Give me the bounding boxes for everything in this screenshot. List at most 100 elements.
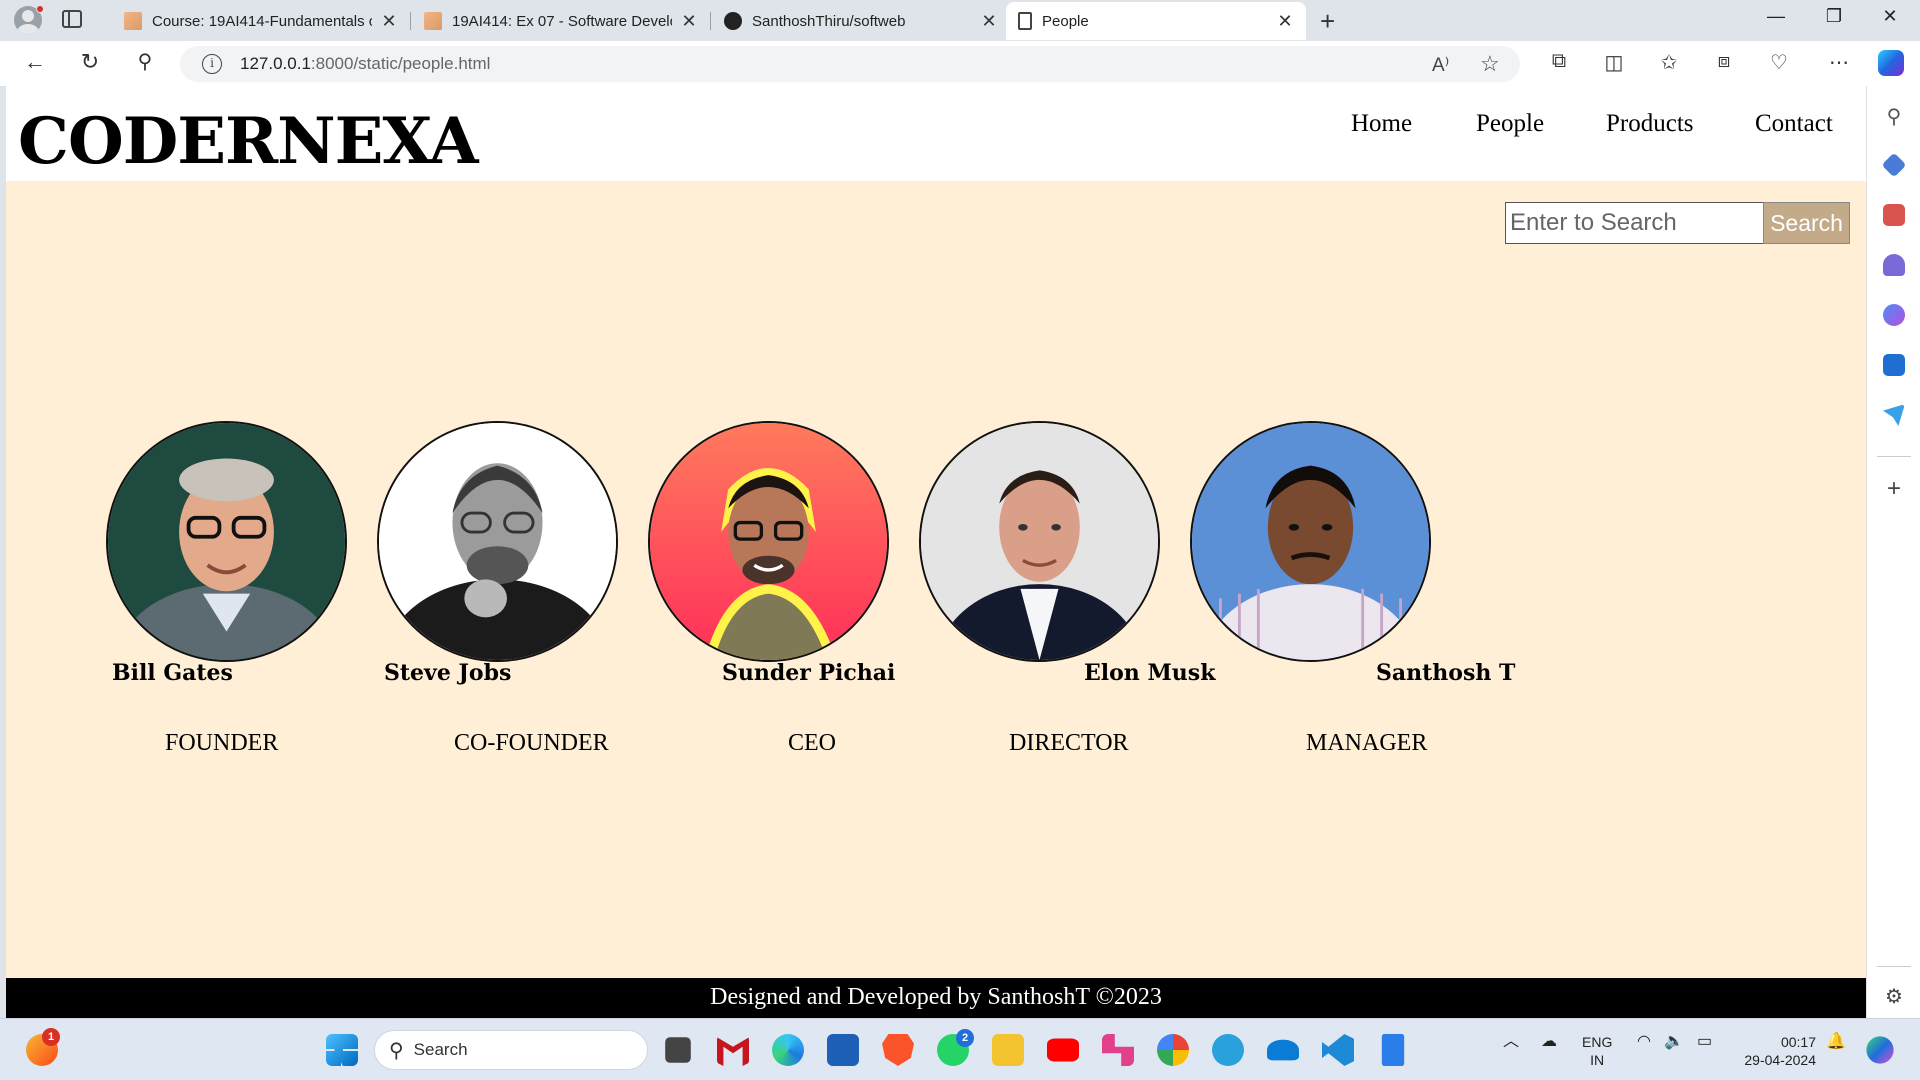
outlook-icon[interactable] [1883, 354, 1905, 376]
show-hidden-icons-chevron-icon[interactable]: ︿ [1503, 1033, 1519, 1051]
close-tab-icon[interactable]: ✕ [380, 11, 398, 32]
tab-exercise[interactable]: 19AI414: Ex 07 - Software Develo ✕ [412, 2, 710, 40]
search-input[interactable] [1505, 202, 1763, 244]
taskbar-search-box[interactable]: ⚲ Search [374, 1030, 648, 1070]
refresh-icon[interactable]: ↻ [75, 49, 105, 75]
site-info-icon[interactable]: i [202, 54, 222, 74]
extensions-icon[interactable]: ⧉ [1545, 50, 1573, 73]
back-icon[interactable]: ← [20, 49, 50, 75]
site-brand-logo[interactable]: CODERNEXA [18, 104, 478, 179]
split-screen-icon[interactable]: ◫ [1600, 50, 1628, 75]
nav-people-link[interactable]: People [1476, 110, 1544, 138]
person-photo-elon-musk [919, 421, 1160, 662]
close-tab-icon[interactable]: ✕ [680, 11, 698, 32]
tab-actions-icon[interactable] [62, 10, 82, 28]
send-drop-icon[interactable] [1883, 404, 1905, 426]
tab-course[interactable]: Course: 19AI414-Fundamentals of ✕ [112, 2, 410, 40]
language-indicator[interactable]: ENG IN [1582, 1033, 1612, 1069]
edge-browser-icon[interactable] [772, 1034, 804, 1066]
url-host: 127.0.0.1 [240, 54, 311, 73]
favorites-icon[interactable]: ✩ [1655, 50, 1683, 75]
page-icon [1018, 12, 1032, 30]
person-name: Sunder Pichai [722, 660, 896, 686]
search-button[interactable]: Search [1763, 202, 1850, 244]
wifi-icon[interactable]: ◠ [1637, 1033, 1651, 1051]
telegram-icon[interactable] [1212, 1034, 1244, 1066]
onedrive-tray-icon[interactable]: ☁ [1541, 1033, 1557, 1051]
nav-contact-link[interactable]: Contact [1755, 110, 1833, 138]
person-photo-sunder-pichai [648, 421, 889, 662]
sidebar-search-icon[interactable]: ⚲ [1883, 104, 1905, 128]
person-role: MANAGER [1306, 730, 1428, 756]
person-role: FOUNDER [165, 730, 279, 756]
tools-briefcase-icon[interactable] [1883, 204, 1905, 226]
close-tab-icon[interactable]: ✕ [1276, 11, 1294, 32]
battery-icon[interactable]: ▭ [1697, 1033, 1712, 1051]
sidebar-settings-gear-icon[interactable]: ⚙ [1883, 984, 1905, 1008]
address-bar[interactable]: i 127.0.0.1:8000/static/people.html A⁾ ☆ [180, 46, 1520, 82]
widget-notification-badge: 1 [42, 1028, 60, 1046]
file-explorer-icon[interactable] [992, 1034, 1024, 1066]
browser-toolbar: ← ↻ ⚲ i 127.0.0.1:8000/static/people.htm… [0, 41, 1920, 86]
shopping-tag-icon[interactable] [1881, 152, 1907, 178]
taskbar-search-label: Search [413, 1040, 468, 1059]
vscode-icon[interactable] [1322, 1034, 1354, 1066]
tab-github[interactable]: SanthoshThiru/softweb ✕ [712, 2, 1010, 40]
sidebar-divider [1877, 456, 1911, 457]
site-footer: Designed and Developed by SanthoshT ©202… [6, 978, 1866, 1018]
moodle-icon [124, 12, 142, 30]
collections-icon[interactable]: ⧈ [1710, 50, 1738, 73]
windows-start-icon[interactable] [326, 1034, 358, 1066]
browser-tab-bar: Course: 19AI414-Fundamentals of ✕ 19AI41… [0, 0, 1920, 41]
nav-home-link[interactable]: Home [1351, 110, 1412, 138]
google-icon[interactable] [1157, 1034, 1189, 1066]
tab-separator [410, 12, 411, 30]
windows-taskbar: 1 ⚲ Search 2 ︿ ☁ ENG IN ◠ 🔈 ▭ 00:17 29-0… [0, 1018, 1920, 1080]
person-role: CO-FOUNDER [454, 730, 609, 756]
profile-notification-dot [36, 5, 44, 13]
favorite-star-icon[interactable]: ☆ [1480, 51, 1500, 77]
tab-people[interactable]: People ✕ [1006, 2, 1306, 40]
restore-icon[interactable]: ❐ [1814, 6, 1854, 27]
volume-icon[interactable]: 🔈 [1664, 1033, 1684, 1051]
search-icon: ⚲ [389, 1039, 404, 1062]
close-tab-icon[interactable]: ✕ [980, 11, 998, 32]
person-name: Bill Gates [112, 660, 233, 686]
language-code: ENG [1582, 1034, 1613, 1050]
mcafee-icon[interactable] [717, 1037, 749, 1066]
people-section: Search [6, 181, 1866, 978]
read-aloud-icon[interactable]: A⁾ [1432, 54, 1449, 77]
search-tab-icon[interactable]: ⚲ [130, 49, 160, 74]
moodle-icon [424, 12, 442, 30]
microsoft-365-icon[interactable] [1883, 304, 1905, 326]
games-icon[interactable] [1883, 254, 1905, 276]
portrait-image [921, 423, 1158, 660]
new-tab-icon[interactable]: + [1320, 6, 1335, 37]
portrait-image [650, 423, 887, 660]
youtube-icon[interactable] [1047, 1038, 1079, 1062]
notepad-icon[interactable] [1381, 1034, 1405, 1066]
browser-essentials-icon[interactable]: ♡ [1765, 50, 1793, 75]
snipping-tool-icon[interactable] [1102, 1034, 1134, 1066]
brave-browser-icon[interactable] [882, 1034, 914, 1066]
more-options-icon[interactable]: ⋯ [1825, 50, 1853, 75]
close-window-icon[interactable]: ✕ [1870, 6, 1910, 27]
onedrive-icon[interactable] [1267, 1039, 1299, 1061]
url-path: :8000/static/people.html [310, 54, 491, 73]
add-sidebar-app-icon[interactable]: + [1883, 477, 1905, 501]
nav-products-link[interactable]: Products [1606, 110, 1694, 138]
copilot-icon[interactable] [1878, 50, 1904, 76]
region-code: IN [1590, 1052, 1605, 1068]
search-form: Search [1505, 202, 1850, 244]
system-clock[interactable]: 00:17 29-04-2024 [1736, 1033, 1816, 1069]
minimize-icon[interactable]: — [1756, 6, 1796, 27]
person-name: Elon Musk [1084, 660, 1216, 686]
github-icon [724, 12, 742, 30]
notification-bell-icon[interactable]: 🔔 [1826, 1033, 1846, 1051]
task-view-icon[interactable] [665, 1037, 691, 1063]
microsoft-store-icon[interactable] [827, 1034, 859, 1066]
portrait-image [1192, 423, 1429, 660]
copilot-taskbar-icon[interactable] [1866, 1036, 1894, 1064]
site-header: CODERNEXA Home People Products Contact [6, 86, 1866, 181]
tab-title: 19AI414: Ex 07 - Software Develo [452, 12, 672, 30]
